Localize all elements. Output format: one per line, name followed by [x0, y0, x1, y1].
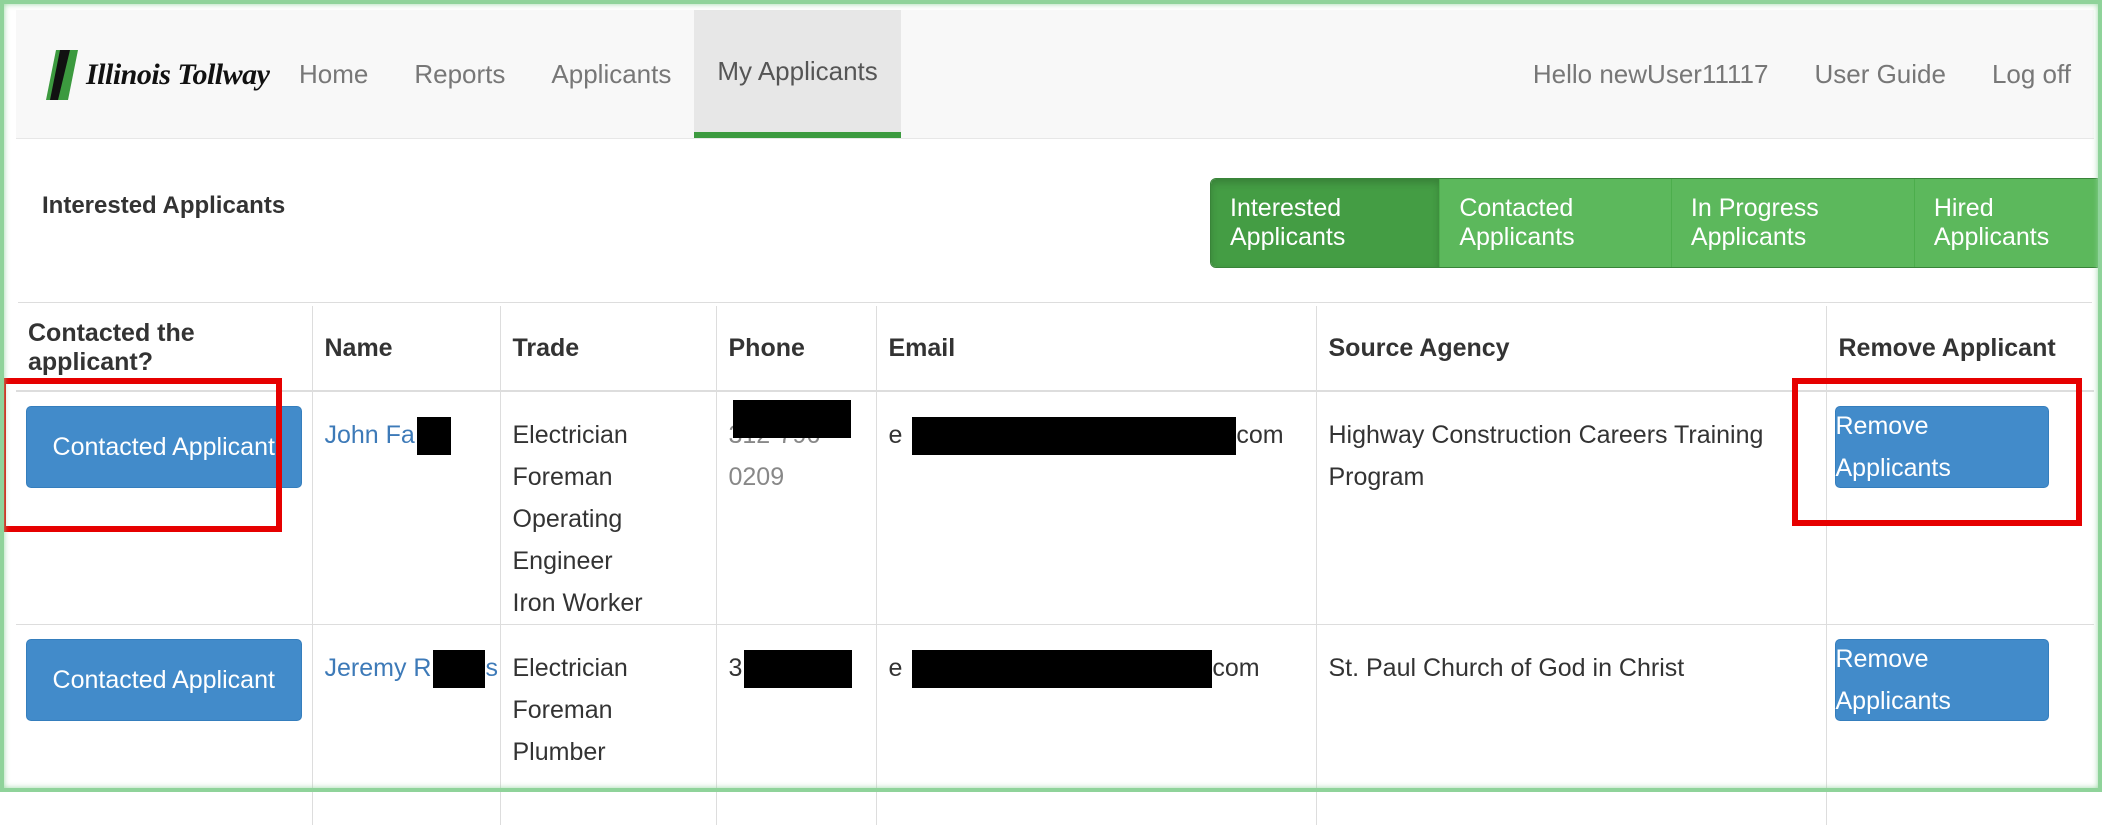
header-source-agency: Source Agency [1315, 306, 1826, 392]
trade-cell: Electrician Foreman Operating Engineer I… [499, 390, 716, 625]
primary-nav: Home Reports Applicants My Applicants [276, 10, 901, 138]
illinois-tollway-logo[interactable]: Illinois Tollway [44, 48, 270, 102]
trade-item: Electrician [512, 421, 628, 449]
agency-cell: Highway Construction Careers Training Pr… [1315, 390, 1826, 625]
table-row: Contacted Applicant John Fa Electrician … [16, 390, 2094, 625]
name-cell: John Fa [311, 390, 500, 625]
trade-cell: Electrician Foreman Plumber [499, 624, 716, 825]
trade-item: Operating Engineer [512, 505, 623, 575]
applicant-name-suffix[interactable]: s [485, 654, 498, 682]
header-trade: Trade [499, 306, 716, 392]
redaction-box [732, 400, 851, 438]
email-suffix: com [1212, 654, 1260, 682]
trade-item: Plumber [512, 738, 606, 766]
nav-reports[interactable]: Reports [391, 10, 528, 138]
top-navbar: Illinois Tollway Home Reports Applicants… [16, 10, 2094, 139]
remove-cell: Remove Applicants [1825, 390, 2094, 625]
phone-prefix: 3 [728, 654, 743, 682]
user-nav: Hello newUser11117 User Guide Log off [1510, 10, 2094, 138]
remove-cell: Remove Applicants [1825, 624, 2094, 825]
trade-item: Iron Worker [512, 589, 643, 617]
nav-home[interactable]: Home [276, 10, 391, 138]
header-name: Name [311, 306, 500, 392]
tab-contacted-applicants[interactable]: Contacted Applicants [1439, 179, 1671, 267]
user-greeting[interactable]: Hello newUser11117 [1510, 10, 1792, 138]
applicant-status-tabs: Interested Applicants Contacted Applican… [1210, 178, 2102, 268]
remove-applicant-button[interactable]: Remove Applicants [1834, 406, 2049, 488]
nav-log-off[interactable]: Log off [1969, 10, 2094, 138]
agency-cell: St. Paul Church of God in Christ [1315, 624, 1826, 825]
tollway-logo-icon [46, 50, 78, 100]
header-email: Email [875, 306, 1316, 392]
tab-interested-applicants[interactable]: Interested Applicants [1211, 179, 1440, 267]
applicant-name-link[interactable]: Jeremy R [325, 654, 432, 682]
panel-title: Interested Applicants [42, 192, 286, 219]
email-cell: e com [875, 624, 1316, 825]
contacted-applicant-button[interactable]: Contacted Applicant [26, 406, 302, 488]
redaction-box [744, 650, 853, 689]
nav-user-guide[interactable]: User Guide [1791, 10, 1969, 138]
table-row: Contacted Applicant Jeremy R s Electricia… [16, 624, 2094, 825]
redaction-box [912, 417, 1237, 456]
trade-item: Foreman [512, 696, 613, 724]
applicant-name-link[interactable]: John Fa [325, 421, 415, 449]
redaction-box [433, 650, 486, 689]
email-cell: e com [875, 390, 1316, 625]
redaction-box [912, 650, 1213, 689]
email-prefix: e [888, 654, 903, 682]
header-contacted: Contacted the applicant? [16, 306, 312, 392]
phone-cell: 312-796-0209 [715, 390, 876, 625]
table-header-row: Contacted the applicant? Name Trade Phon… [16, 306, 2094, 392]
redaction-box [416, 417, 451, 456]
contacted-applicant-button[interactable]: Contacted Applicant [26, 639, 302, 721]
panel-divider [18, 302, 2092, 303]
logo-text: Illinois Tollway [86, 58, 270, 91]
name-cell: Jeremy R s [311, 624, 500, 825]
header-remove-applicant: Remove Applicant [1825, 306, 2094, 392]
applicants-table: Contacted the applicant? Name Trade Phon… [16, 306, 2094, 825]
nav-my-applicants[interactable]: My Applicants [694, 10, 901, 138]
trade-item: Electrician [512, 654, 628, 682]
trade-item: Foreman [512, 463, 613, 491]
remove-applicant-button[interactable]: Remove Applicants [1834, 639, 2049, 721]
contacted-cell: Contacted Applicant [16, 624, 312, 825]
nav-applicants[interactable]: Applicants [528, 10, 694, 138]
contacted-cell: Contacted Applicant [16, 390, 312, 625]
tab-in-progress-applicants[interactable]: In Progress Applicants [1670, 179, 1914, 267]
header-phone: Phone [715, 306, 876, 392]
tab-hired-applicants[interactable]: Hired Applicants [1913, 179, 2101, 267]
email-prefix: e [888, 421, 903, 449]
email-suffix: com [1236, 421, 1284, 449]
phone-cell: 3 [715, 624, 876, 825]
